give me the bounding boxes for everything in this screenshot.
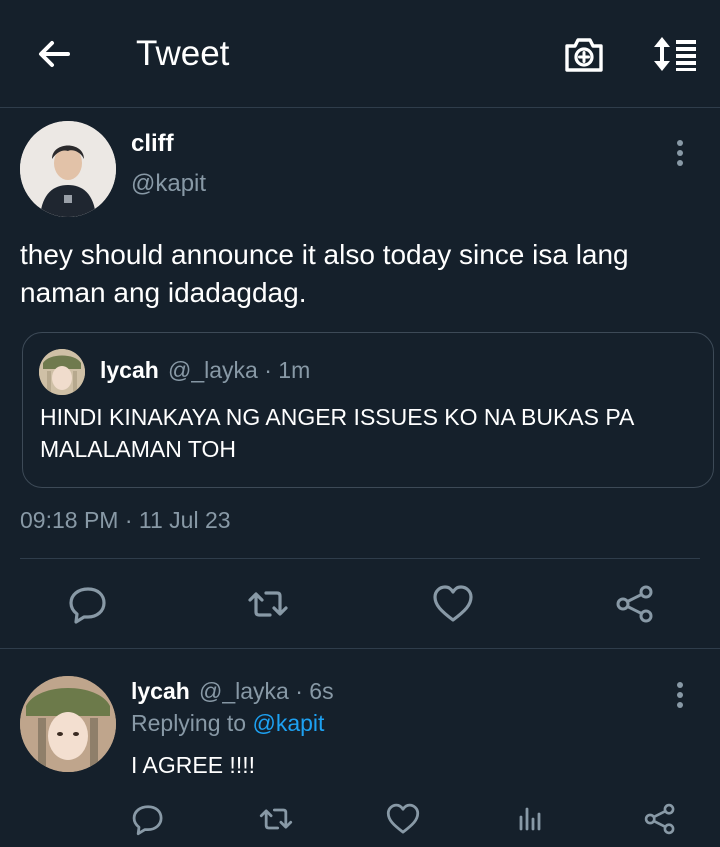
meta-separator: · <box>264 357 272 383</box>
reply-meta: @_layka · 6s <box>199 678 334 705</box>
author-handle[interactable]: @kapit <box>131 170 206 198</box>
retweet-icon <box>248 591 288 617</box>
tweet-more-button[interactable] <box>670 138 690 168</box>
analytics-button[interactable] <box>512 801 548 837</box>
like-button[interactable] <box>385 801 421 837</box>
tweet-text: they should announce it also today since… <box>20 239 629 308</box>
meta-separator: · <box>295 678 303 704</box>
tweet-timestamp: 09:18 PM · 11 Jul 23 <box>20 507 231 533</box>
reply-author-name[interactable]: lycah <box>131 678 190 705</box>
arrow-left-icon <box>39 41 70 67</box>
camera-add-icon <box>565 38 603 72</box>
more-vertical-icon <box>677 682 683 708</box>
quoted-meta: @_layka · 1m <box>168 357 310 384</box>
quoted-tweet[interactable]: lycah @_layka · 1m HINDI KINAKAYA NG ANG… <box>22 332 714 488</box>
quoted-author-name[interactable]: lycah <box>100 357 159 384</box>
reply-button[interactable] <box>130 801 166 837</box>
quoted-time: 1m <box>278 357 311 383</box>
reply-time: 6s <box>309 678 334 704</box>
page-title: Tweet <box>136 34 230 73</box>
like-icon <box>386 803 420 834</box>
top-bar: Tweet <box>0 0 720 108</box>
divider <box>20 558 700 559</box>
back-button[interactable] <box>34 34 74 74</box>
quoted-text: HINDI KINAKAYA NG ANGER ISSUES KO NA BUK… <box>40 404 634 462</box>
replying-to-label: Replying to <box>131 710 247 736</box>
author-name[interactable]: cliff <box>131 130 174 158</box>
like-icon <box>433 585 473 622</box>
avatar[interactable] <box>20 121 116 217</box>
divider <box>0 648 720 649</box>
profile-photo-icon <box>39 349 85 395</box>
reply-button[interactable] <box>66 582 110 626</box>
more-vertical-icon <box>677 140 683 166</box>
retweet-button[interactable] <box>246 582 290 626</box>
share-icon <box>616 585 653 623</box>
reply-icon <box>69 587 106 624</box>
retweet-button[interactable] <box>258 801 294 837</box>
reply-more-button[interactable] <box>670 680 690 710</box>
sort-icon <box>654 37 696 71</box>
share-icon <box>644 803 675 835</box>
reply-author-handle[interactable]: @_layka <box>199 678 289 704</box>
like-button[interactable] <box>431 582 475 626</box>
profile-photo-icon <box>20 121 116 217</box>
sort-button[interactable] <box>650 34 698 74</box>
share-button[interactable] <box>613 582 657 626</box>
replying-to-handle-link[interactable]: @kapit <box>252 710 324 736</box>
reply-text: I AGREE !!!! <box>131 752 255 778</box>
retweet-icon <box>259 808 293 830</box>
quoted-author-handle[interactable]: @_layka <box>168 357 258 383</box>
share-button[interactable] <box>642 801 678 837</box>
reply-avatar[interactable] <box>20 676 116 772</box>
reply-icon <box>132 805 163 836</box>
camera-button[interactable] <box>562 34 606 74</box>
profile-photo-icon <box>20 676 116 772</box>
analytics-icon <box>519 807 541 831</box>
quoted-avatar[interactable] <box>39 349 85 395</box>
replying-to: Replying to @kapit <box>131 710 324 737</box>
